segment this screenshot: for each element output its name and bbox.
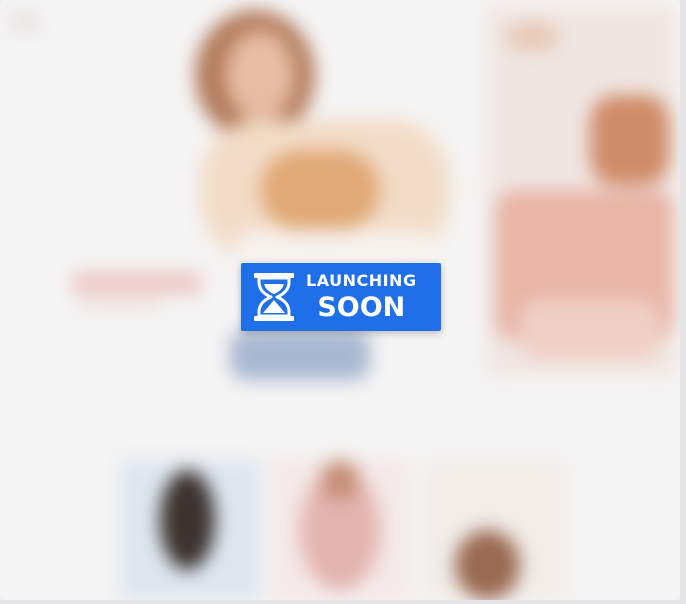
launching-soon-badge: LAUNCHING SOON <box>241 263 441 331</box>
right-edge <box>680 0 686 604</box>
bottom-edge <box>0 600 686 604</box>
hourglass-icon <box>254 273 294 321</box>
badge-line-2: SOON <box>317 292 406 323</box>
page-background: LAUNCHING SOON <box>0 0 680 600</box>
badge-line-1: LAUNCHING <box>306 271 417 290</box>
